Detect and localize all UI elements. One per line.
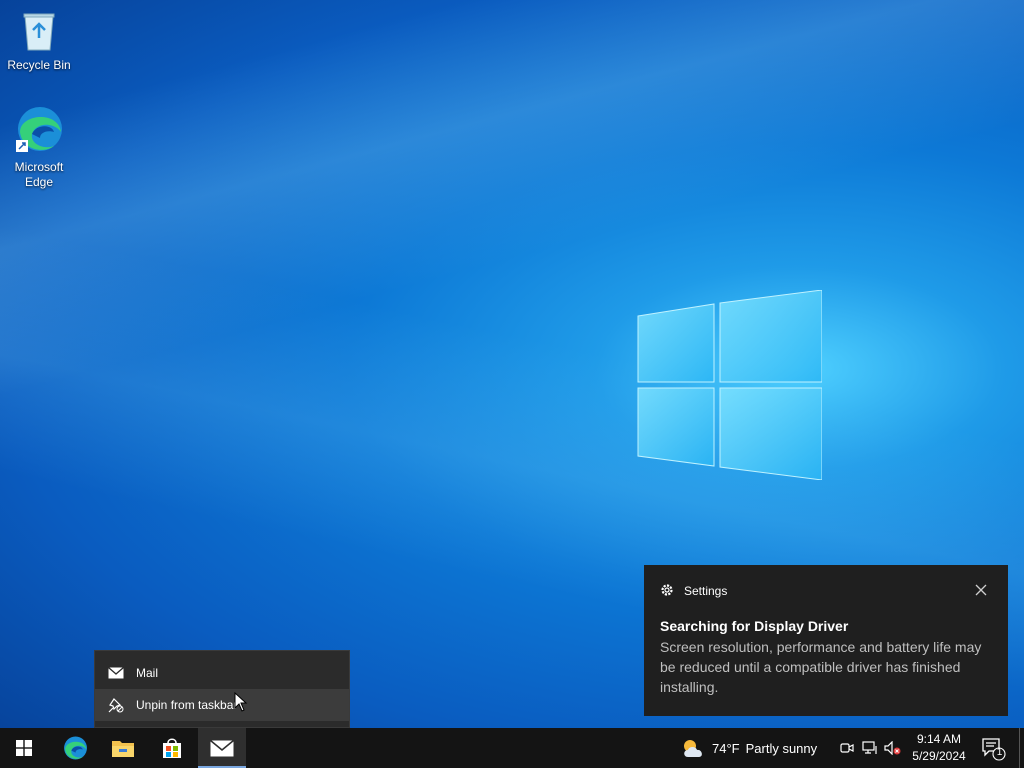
- taskbar-store-button[interactable]: [148, 728, 196, 768]
- mouse-cursor-icon: [234, 692, 248, 712]
- system-clock[interactable]: 9:14 AM 5/29/2024: [905, 731, 973, 765]
- taskbar: 74°F Partly sunny 9:14 AM 5/29/2024 1: [0, 728, 1024, 768]
- edge-icon: [64, 736, 87, 760]
- clock-date: 5/29/2024: [912, 749, 966, 763]
- taskbar-edge-button[interactable]: [51, 728, 99, 768]
- mail-icon: [210, 739, 234, 756]
- store-icon: [163, 738, 181, 758]
- show-desktop-button[interactable]: [1019, 728, 1024, 768]
- desktop-icon-edge[interactable]: Microsoft Edge: [3, 104, 75, 190]
- jump-list-menu: Mail Unpin from taskbar: [94, 650, 350, 728]
- taskbar-mail-button[interactable]: [198, 728, 246, 768]
- menu-item-mail[interactable]: Mail: [95, 657, 349, 689]
- toast-notification[interactable]: Settings Searching for Display Driver Sc…: [644, 565, 1008, 716]
- volume-muted-icon[interactable]: [884, 738, 902, 758]
- desktop-icon-label: Recycle Bin: [7, 58, 71, 72]
- weather-widget[interactable]: 74°F Partly sunny: [680, 728, 817, 768]
- toast-body: Screen resolution, performance and batte…: [660, 639, 982, 695]
- start-icon: [16, 740, 32, 756]
- desktop-icon-label: Microsoft Edge: [14, 160, 64, 189]
- weather-temp: 74°F: [712, 740, 740, 756]
- edge-icon: [16, 107, 62, 152]
- desktop-icon-recycle-bin[interactable]: Recycle Bin: [3, 8, 75, 73]
- recycle-bin-icon: [23, 13, 55, 51]
- menu-item-label: Mail: [136, 666, 159, 680]
- taskbar-file-explorer-button[interactable]: [99, 728, 147, 768]
- network-icon[interactable]: [861, 738, 879, 758]
- unpin-icon: [107, 696, 125, 714]
- notification-count: 1: [996, 747, 1003, 758]
- menu-item-unpin[interactable]: Unpin from taskbar: [95, 689, 349, 721]
- meet-now-icon[interactable]: [838, 738, 856, 758]
- mail-icon: [107, 664, 125, 682]
- toast-header: Settings: [660, 565, 992, 617]
- start-button[interactable]: [0, 728, 48, 768]
- toast-title: Searching for Display Driver: [660, 618, 849, 634]
- clock-time: 9:14 AM: [916, 732, 962, 746]
- weather-condition: Partly sunny: [745, 740, 818, 756]
- file-explorer-icon: [112, 741, 134, 757]
- action-center-button[interactable]: 1: [980, 736, 1006, 762]
- close-icon[interactable]: [974, 583, 988, 597]
- toast-app-name: Settings: [684, 584, 728, 598]
- menu-item-label: Unpin from taskbar: [136, 698, 238, 712]
- partly-sunny-icon: [684, 740, 702, 757]
- gear-icon: [660, 583, 676, 600]
- windows-logo: [637, 290, 822, 480]
